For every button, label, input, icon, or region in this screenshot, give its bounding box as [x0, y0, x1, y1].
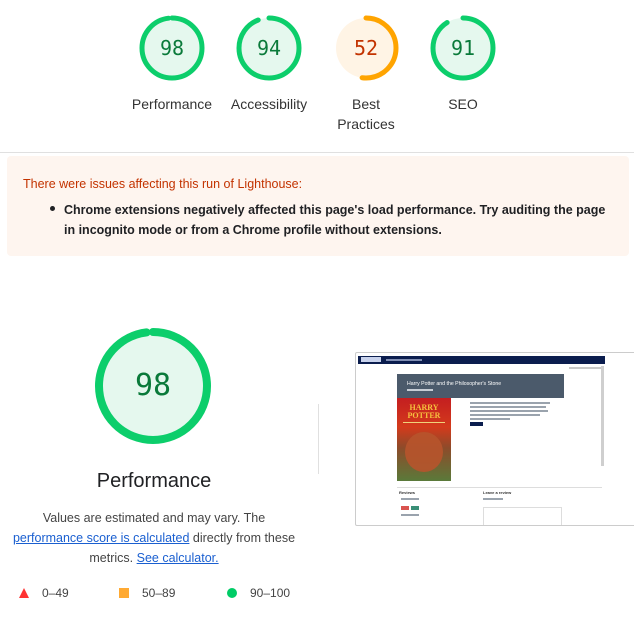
- score-value: 94: [256, 36, 282, 60]
- score-value: 52: [353, 36, 379, 60]
- thumb-nav-links: [386, 359, 422, 361]
- score-label: Accessibility: [230, 96, 308, 112]
- thumb-divider: [397, 487, 602, 488]
- book-cover-image: HARRY POTTER: [397, 398, 451, 481]
- square-icon: [119, 588, 129, 598]
- thumb-text-line: [470, 410, 548, 412]
- gauge-accessibility[interactable]: 94 Accessibility: [214, 13, 324, 114]
- score-ring: 91: [428, 13, 498, 83]
- book-title: HARRY POTTER: [407, 403, 441, 420]
- thumb-hero-title: Harry Potter and the Philosopher's Stone: [407, 381, 502, 387]
- thumb-text-line: [470, 406, 546, 408]
- triangle-icon: [19, 588, 29, 598]
- legend-range: 0–49: [42, 586, 69, 600]
- thumb-text-line: [470, 402, 550, 404]
- final-screenshot[interactable]: Harry Potter and the Philosopher's Stone…: [355, 352, 634, 526]
- score-label: Performance: [131, 96, 213, 112]
- category-scores: 98 Performance 94 Accessibility 52 Best …: [0, 0, 634, 153]
- score-ring: 98: [137, 13, 207, 83]
- thumb-input: [483, 507, 562, 525]
- thumb-breadcrumb: [569, 367, 603, 369]
- score-value: 91: [450, 36, 476, 60]
- thumb-hero-subtitle: [407, 389, 433, 391]
- see-calculator-link[interactable]: See calculator.: [137, 551, 219, 565]
- performance-score: 98: [134, 368, 172, 403]
- thumb-hero: Harry Potter and the Philosopher's Stone: [397, 374, 564, 398]
- score-label: SEO: [448, 96, 478, 112]
- score-ring: 52: [331, 13, 401, 83]
- thumb-text-line: [470, 414, 540, 416]
- thumb-red-button: [401, 506, 409, 510]
- gauge-best-practices[interactable]: 52 Best Practices: [311, 13, 421, 134]
- bullet-icon: [50, 206, 55, 211]
- thumb-brand: [361, 357, 381, 362]
- performance-title: Performance: [96, 470, 212, 492]
- gauge-seo[interactable]: 91 SEO: [408, 13, 518, 114]
- warning-item: Chrome extensions negatively affected th…: [64, 203, 606, 237]
- legend-range: 50–89: [142, 586, 176, 600]
- thumb-leave-review-heading: Leave a review: [483, 490, 512, 495]
- gauge-performance[interactable]: 98 Performance: [117, 13, 227, 114]
- thumb-green-button: [411, 506, 419, 510]
- performance-gauge: 98: [93, 326, 213, 446]
- thumb-text-line: [401, 498, 419, 500]
- desc-text: Values are estimated and may vary. The: [42, 511, 266, 525]
- legend-range: 90–100: [250, 586, 291, 600]
- book-subtitle-rule: [403, 422, 445, 423]
- thumb-text-line: [470, 418, 510, 420]
- warnings-box: There were issues affecting this run of …: [7, 156, 629, 256]
- warnings-title: There were issues affecting this run of …: [23, 177, 303, 191]
- thumb-text-line: [483, 498, 503, 500]
- thumb-navbar: [358, 356, 605, 364]
- circle-icon: [227, 588, 237, 598]
- score-label: Best Practices: [337, 96, 395, 132]
- score-ring: 94: [234, 13, 304, 83]
- thumb-button: [470, 422, 483, 426]
- thumb-text-line: [401, 514, 419, 516]
- thumb-reviews-heading: Reviews: [399, 490, 416, 495]
- performance-description: Values are estimated and may vary. The p…: [8, 508, 300, 568]
- divider: [318, 404, 319, 474]
- score-value: 98: [159, 36, 185, 60]
- book-art: [405, 432, 443, 472]
- thumb-scrollbar: [601, 366, 604, 466]
- performance-score-link[interactable]: performance score is calculated: [13, 531, 189, 545]
